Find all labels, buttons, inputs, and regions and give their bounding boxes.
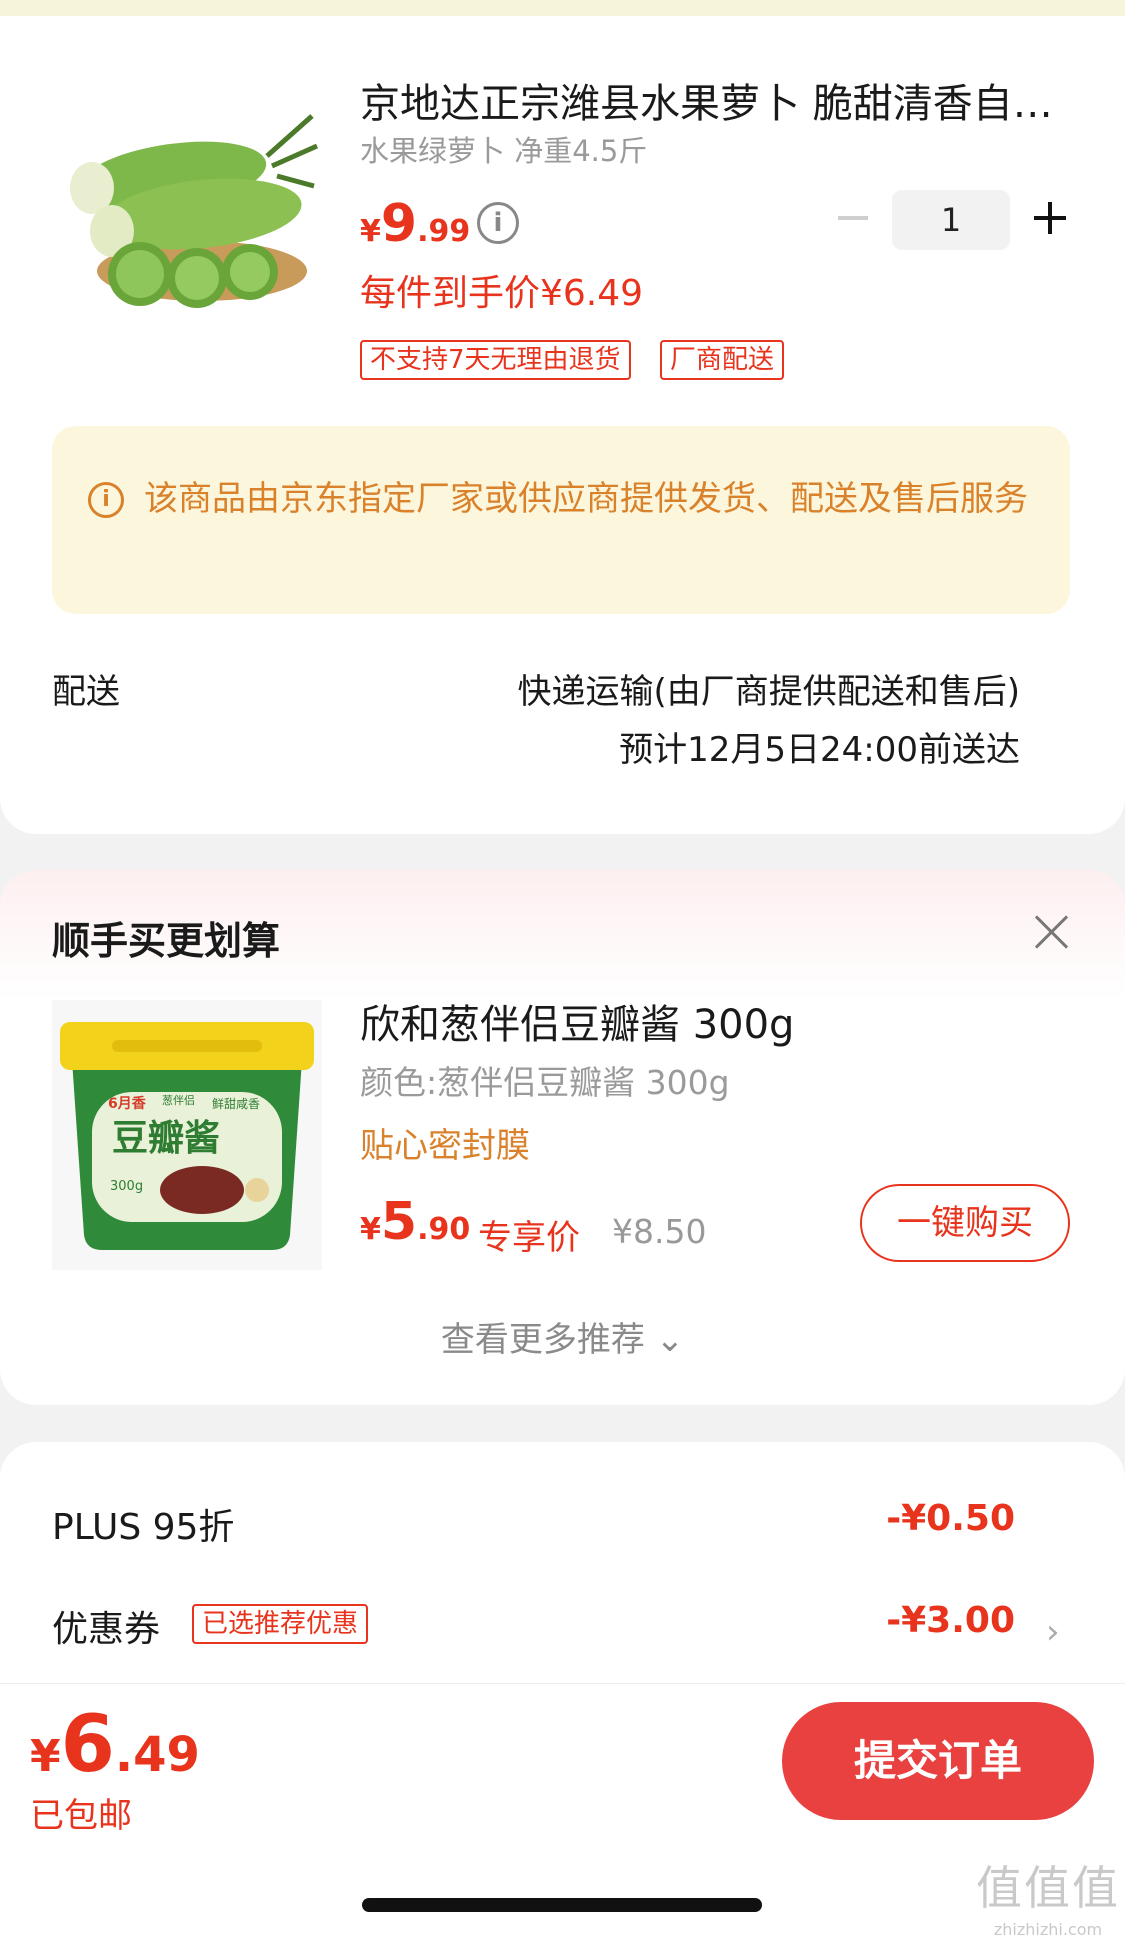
- recommendation-title: 顺手买更划算: [52, 919, 281, 963]
- package-badge: 6月香: [108, 1095, 147, 1112]
- price-integer: 6: [60, 1700, 115, 1790]
- vendor-delivery-tag: 厂商配送: [660, 340, 785, 380]
- watermark: 值值值 zhizhizhi.com: [976, 1852, 1120, 1938]
- info-icon[interactable]: i: [477, 202, 519, 244]
- price-currency: ¥: [360, 214, 381, 249]
- shipping-eta: 预计12月5日24:00前送达: [619, 730, 1020, 770]
- product-price: ¥9.99: [360, 194, 470, 254]
- price-currency: ¥: [30, 1731, 61, 1782]
- notice-text: 该商品由京东指定厂家或供应商提供发货、配送及售后服务: [144, 479, 1028, 519]
- exclusive-price-label: 专享价: [478, 1218, 580, 1258]
- no-return-tag: 不支持7天无理由退货: [360, 340, 631, 380]
- one-click-buy-button[interactable]: 一键购买: [860, 1184, 1070, 1262]
- price-integer: 5: [380, 1192, 418, 1252]
- watermark-url: zhizhizhi.com: [993, 1920, 1103, 1938]
- deal-price: 每件到手价¥6.49: [360, 273, 644, 314]
- price-integer: 9: [380, 194, 418, 254]
- increase-quantity-button[interactable]: [1034, 202, 1066, 234]
- checkout-bar: ¥6.49 已包邮 提交订单 值值值 zhizhizhi.com: [0, 1683, 1125, 1938]
- price-decimal: .90: [417, 1212, 471, 1247]
- package-name: 豆瓣酱: [112, 1118, 220, 1159]
- submit-order-button[interactable]: 提交订单: [782, 1702, 1094, 1820]
- package-tagline: 鲜甜咸香: [212, 1097, 260, 1111]
- price-currency: ¥: [360, 1212, 381, 1247]
- product-card: 京地达正宗潍县水果萝卜 脆甜清香自… 水果绿萝卜 净重4.5斤 ¥9.99 i …: [0, 16, 1125, 834]
- vendor-notice: i 该商品由京东指定厂家或供应商提供发货、配送及售后服务: [52, 426, 1070, 614]
- decrease-quantity-button[interactable]: [838, 216, 868, 220]
- coupon-selected-tag: 已选推荐优惠: [192, 1604, 369, 1644]
- shipping-method[interactable]: 快递运输(由厂商提供配送和售后): [517, 664, 1020, 713]
- price-decimal: .99: [417, 214, 471, 249]
- package-weight: 300g: [110, 1179, 143, 1194]
- shipping-label: 配送: [52, 672, 120, 712]
- recommendation-card: 顺手买更划算 6月香 葱伴侣 鲜甜咸香 豆瓣酱 300g 欣和葱伴侣豆瓣酱 30…: [0, 870, 1125, 1405]
- quantity-input[interactable]: 1: [892, 190, 1010, 250]
- price-decimal: .49: [114, 1727, 200, 1783]
- package-brand: 葱伴侣: [162, 1093, 195, 1107]
- radish-product-image[interactable]: [52, 96, 322, 316]
- free-shipping-label: 已包邮: [30, 1796, 132, 1836]
- plus-discount-label: PLUS 95折: [52, 1507, 235, 1548]
- close-icon[interactable]: [1034, 914, 1070, 950]
- more-recommendations-link[interactable]: 查看更多推荐 ⌄: [0, 1312, 1125, 1361]
- notice-info-icon: i: [88, 482, 124, 518]
- home-indicator[interactable]: [362, 1898, 762, 1912]
- product-spec[interactable]: 水果绿萝卜 净重4.5斤: [360, 128, 647, 170]
- chevron-right-icon[interactable]: ›: [1046, 1612, 1060, 1652]
- coupon-value[interactable]: -¥3.00: [886, 1600, 1015, 1641]
- original-price: ¥8.50: [612, 1212, 707, 1251]
- plus-discount-value: -¥0.50: [886, 1498, 1015, 1539]
- recommend-feature: 贴心密封膜: [360, 1126, 530, 1166]
- watermark-logo: 值值值: [976, 1861, 1120, 1915]
- coupon-label[interactable]: 优惠券: [52, 1600, 160, 1652]
- total-price: ¥6.49: [30, 1700, 200, 1790]
- recommend-product-spec: 颜色:葱伴侣豆瓣酱 300g: [360, 1063, 730, 1102]
- product-title[interactable]: 京地达正宗潍县水果萝卜 脆甜清香自…: [360, 71, 1060, 129]
- recommend-product-title[interactable]: 欣和葱伴侣豆瓣酱 300g: [360, 992, 794, 1050]
- recommend-price: ¥5.90: [360, 1192, 470, 1252]
- bean-paste-product-image[interactable]: 6月香 葱伴侣 鲜甜咸香 豆瓣酱 300g: [52, 1000, 322, 1270]
